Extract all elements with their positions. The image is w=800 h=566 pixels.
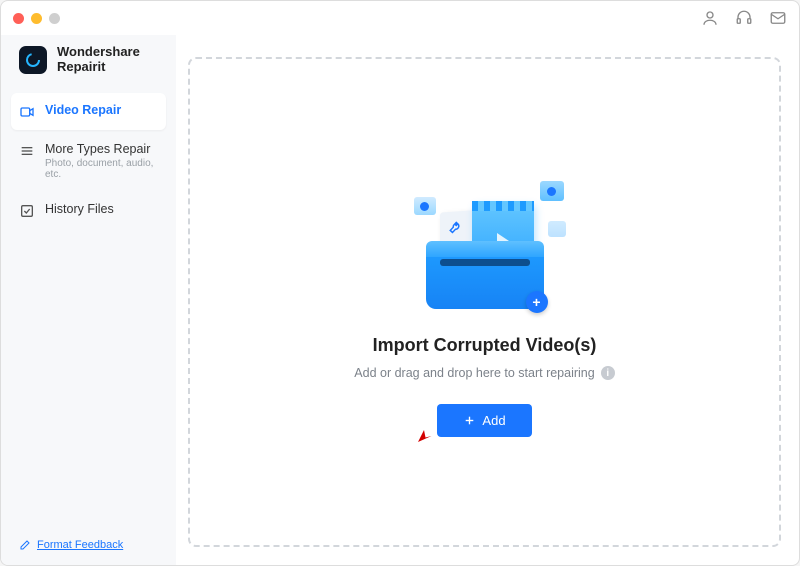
window-controls [13,13,60,24]
check-icon [19,203,35,219]
sidebar-item-label: History Files [45,202,114,216]
illust-chip-icon [548,221,566,237]
titlebar-actions [701,9,787,27]
format-feedback-link[interactable]: Format Feedback [19,539,158,551]
brand-line1: Wondershare [57,45,140,60]
sidebar-item-subtitle: Photo, document, audio, etc. [45,158,158,180]
account-icon[interactable] [701,9,719,27]
titlebar [1,1,799,35]
support-icon[interactable] [735,9,753,27]
plus-icon [463,414,476,427]
main-panel: + Import Corrupted Video(s) Add or drag … [176,35,799,565]
brand: Wondershare Repairit [1,41,176,93]
mail-icon[interactable] [769,9,787,27]
import-title: Import Corrupted Video(s) [373,335,597,356]
video-icon [19,104,35,120]
edit-icon [19,539,31,551]
illust-chip-icon [414,197,436,215]
plus-badge-icon: + [526,291,548,313]
brand-line2: Repairit [57,60,140,75]
add-button-label: Add [482,413,505,428]
app-window: Wondershare Repairit Video Repair More T… [0,0,800,566]
brand-logo [19,46,47,74]
wrench-icon [448,219,466,238]
add-button-wrap: Add [437,404,531,437]
maximize-window-button[interactable] [49,13,60,24]
sidebar-item-label: Video Repair [45,103,121,117]
add-button[interactable]: Add [437,404,531,437]
cursor-arrow-icon [415,427,433,445]
list-icon [19,143,35,159]
sidebar-item-more-types[interactable]: More Types Repair Photo, document, audio… [11,132,166,190]
minimize-window-button[interactable] [31,13,42,24]
sidebar-nav: Video Repair More Types Repair Photo, do… [1,93,176,229]
sidebar-item-history[interactable]: History Files [11,192,166,229]
import-subtitle-row: Add or drag and drop here to start repai… [354,366,614,380]
import-dropzone[interactable]: + Import Corrupted Video(s) Add or drag … [188,57,781,547]
info-icon[interactable]: i [601,366,615,380]
window-body: Wondershare Repairit Video Repair More T… [1,35,799,565]
feedback-label: Format Feedback [37,539,123,551]
illust-chip-icon [540,181,564,201]
sidebar: Wondershare Repairit Video Repair More T… [1,35,176,565]
import-subtitle: Add or drag and drop here to start repai… [354,366,594,380]
import-illustration: + [400,167,570,317]
sidebar-footer: Format Feedback [1,527,176,565]
sidebar-item-label: More Types Repair [45,142,158,156]
illust-box: + [426,251,544,309]
sidebar-item-video-repair[interactable]: Video Repair [11,93,166,130]
close-window-button[interactable] [13,13,24,24]
brand-name: Wondershare Repairit [57,45,140,75]
